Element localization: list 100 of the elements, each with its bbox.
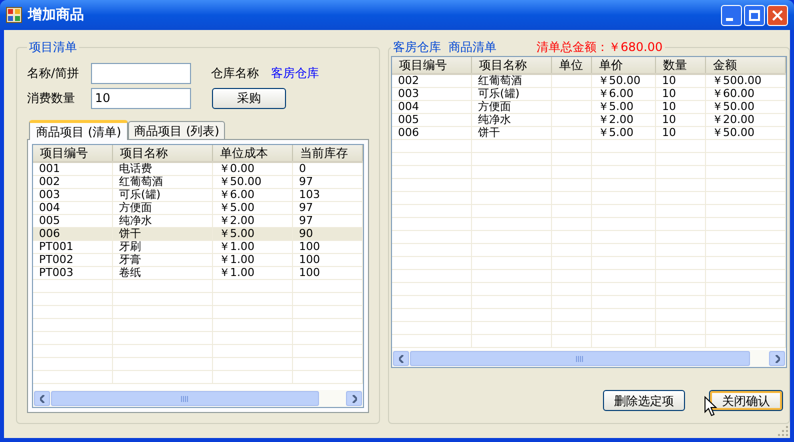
table-cell: 红葡萄酒 [119,175,163,188]
action-button[interactable]: 删除选定项 [603,390,685,411]
empty-cell [552,270,592,283]
table-cell: 103 [299,188,320,201]
table-cell: 牙刷 [119,240,141,253]
empty-cell [293,332,363,345]
table-cell: 90 [299,227,313,240]
purchase-button[interactable]: 采购 [212,88,286,108]
empty-cell [552,140,592,153]
table-cell: 003 [39,188,60,201]
table-cell: ￥0.00 [219,163,254,175]
table-cell: ￥2.00 [598,113,634,126]
scrollbar-thumb[interactable] [51,391,319,406]
table-cell: ￥6.00 [598,87,634,100]
table-cell: PT002 [39,253,74,266]
column-header[interactable]: 金额 [706,57,786,73]
tab[interactable]: 商品项目 (清单) [29,120,128,140]
column-header[interactable]: 项目名称 [113,145,213,161]
empty-cell [656,335,706,348]
table-cell: ￥5.00 [598,126,634,139]
column-header[interactable]: 单价 [592,57,656,73]
empty-cell [656,153,706,166]
table-row[interactable]: 004 方便面 ￥5.00 10 ￥50.00 [392,101,786,114]
table-row[interactable]: PT001 牙刷 ￥1.00 100 [33,241,363,254]
table-row[interactable]: 001 电话费 ￥0.00 0 [33,163,363,176]
empty-cell [592,231,656,244]
table-cell: 方便面 [478,100,511,113]
table-cell: 97 [299,201,313,214]
table-row[interactable]: 006 饼干 ￥5.00 90 [33,228,363,241]
table-row[interactable]: 005 纯净水 ￥2.00 97 [33,215,363,228]
empty-cell [656,218,706,231]
empty-cell [656,205,706,218]
table-cell: 10 [662,100,676,113]
scroll-right-button[interactable] [769,351,785,366]
tab[interactable]: 商品项目 (列表) [128,121,226,139]
table-cell: ￥60.00 [712,87,754,100]
scroll-left-button[interactable] [34,391,50,406]
table-cell: 005 [398,113,419,126]
table-cell: ￥50.00 [219,175,262,188]
table-cell: PT001 [39,240,74,253]
empty-cell [552,335,592,348]
table-cell: 003 [398,87,419,100]
table-row[interactable]: PT002 牙膏 ￥1.00 100 [33,254,363,267]
table-cell: ￥1.00 [219,266,254,279]
column-header[interactable]: 项目编号 [392,57,472,73]
table-cell: 100 [299,240,320,253]
table-row[interactable]: 003 可乐(罐) ￥6.00 10 ￥60.00 [392,88,786,101]
table-cell: 纯净水 [119,214,152,227]
table-row[interactable]: 002 红葡萄酒 ￥50.00 10 ￥500.00 [392,75,786,88]
empty-cell [592,179,656,192]
quantity-field[interactable]: 10 [91,88,191,108]
order-total: 清单总金额：￥680.00 [536,39,663,56]
empty-cell [656,244,706,257]
close-icon [772,10,783,20]
scrollbar-thumb[interactable] [410,351,750,366]
name-field[interactable] [91,62,191,84]
table-cell: ￥50.00 [712,100,754,113]
table-row[interactable]: 006 饼干 ￥5.00 10 ￥50.00 [392,127,786,140]
scroll-right-button[interactable] [346,391,362,406]
table-cell: 牙膏 [119,253,141,266]
table-cell: ￥5.00 [219,201,254,214]
column-header[interactable]: 项目名称 [472,57,552,73]
column-header[interactable]: 当前库存 [293,145,363,161]
horizontal-scrollbar[interactable] [33,390,363,407]
table-cell: 10 [662,87,676,100]
table-cell: 0 [299,163,306,175]
empty-cell [552,283,592,296]
table-row[interactable]: 003 可乐(罐) ￥6.00 103 [33,189,363,202]
column-header[interactable]: 单位成本 [213,145,293,161]
empty-cell [293,306,363,319]
table-cell: ￥5.00 [598,100,634,113]
scroll-left-button[interactable] [393,351,409,366]
empty-cell [656,231,706,244]
table-cell: ￥500.00 [712,75,762,87]
action-button[interactable]: 关闭确认 [709,390,783,411]
column-header[interactable]: 数量 [656,57,706,73]
column-header[interactable]: 项目编号 [33,145,113,161]
empty-cell [656,309,706,322]
maximize-button[interactable] [744,4,765,26]
table-cell: ￥50.00 [712,126,754,139]
empty-cell [656,192,706,205]
column-header[interactable]: 单位 [552,57,592,73]
empty-cell [552,205,592,218]
table-row[interactable]: 004 方便面 ￥5.00 97 [33,202,363,215]
close-button[interactable] [767,4,788,26]
empty-cell [592,283,656,296]
table-cell: 卷纸 [119,266,141,279]
table-cell: 10 [662,126,676,139]
empty-cell [552,179,592,192]
table-cell: 电话费 [119,163,152,175]
table-cell: 005 [39,214,60,227]
table-row[interactable]: 005 纯净水 ￥2.00 10 ￥20.00 [392,114,786,127]
table-cell: ￥6.00 [219,188,254,201]
horizontal-scrollbar[interactable] [392,350,786,367]
empty-cell [552,322,592,335]
table-row[interactable]: PT003 卷纸 ￥1.00 100 [33,267,363,280]
minimize-button[interactable] [721,4,742,26]
panel-title: 客房仓库 商品清单 [393,39,497,56]
table-cell: 006 [39,227,60,240]
table-row[interactable]: 002 红葡萄酒 ￥50.00 97 [33,176,363,189]
